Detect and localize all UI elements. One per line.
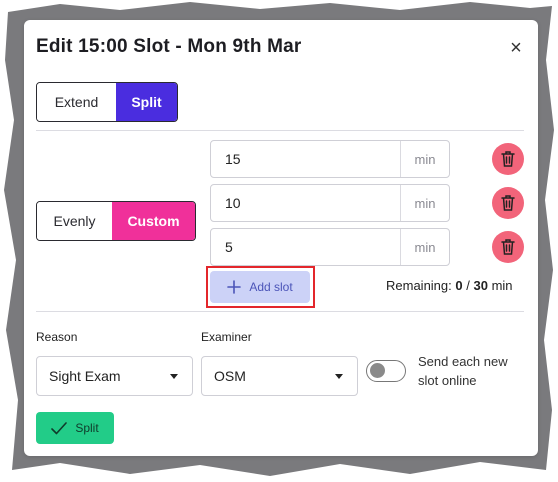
caret-down-icon — [170, 374, 178, 379]
slot-value[interactable]: 15 — [211, 141, 400, 177]
remaining-total: 30 — [473, 278, 488, 293]
slot-duration-field[interactable]: 5 min — [210, 228, 450, 266]
remaining-label: Remaining: — [386, 278, 452, 293]
add-slot-button[interactable]: Add slot — [210, 271, 310, 303]
trash-icon — [501, 239, 515, 255]
remaining-used: 0 — [455, 278, 463, 293]
delete-slot-button[interactable] — [492, 231, 524, 263]
reason-value: Sight Exam — [49, 368, 121, 384]
toggle-knob — [370, 363, 385, 378]
slot-unit: min — [400, 185, 449, 221]
edit-slot-dialog: Edit 15:00 Slot - Mon 9th Mar × Extend S… — [24, 20, 538, 456]
close-icon[interactable]: × — [506, 38, 526, 58]
split-submit-label: Split — [75, 421, 99, 435]
slot-unit: min — [400, 229, 449, 265]
delete-slot-button[interactable] — [492, 187, 524, 219]
remaining-time: Remaining: 0 / 30 min — [386, 278, 513, 293]
extend-option[interactable]: Extend — [37, 83, 116, 121]
slot-duration-field[interactable]: 10 min — [210, 184, 450, 222]
remaining-unit: min — [491, 278, 513, 293]
send-online-label: Send each new slot online — [418, 354, 508, 388]
split-option[interactable]: Split — [116, 83, 177, 121]
trash-icon — [501, 195, 515, 211]
delete-slot-button[interactable] — [492, 143, 524, 175]
split-submit-button[interactable]: Split — [36, 412, 114, 444]
custom-option[interactable]: Custom — [112, 202, 195, 240]
trash-icon — [501, 151, 515, 167]
divider — [36, 311, 524, 312]
caret-down-icon — [335, 374, 343, 379]
reason-label: Reason — [36, 330, 78, 344]
slot-value[interactable]: 5 — [211, 229, 400, 265]
dialog-title: Edit 15:00 Slot - Mon 9th Mar — [36, 36, 302, 57]
examiner-label: Examiner — [201, 330, 252, 344]
examiner-value: OSM — [214, 368, 246, 384]
mode-toggle: Extend Split — [36, 82, 178, 122]
divider — [36, 130, 524, 131]
checkmark-icon — [51, 421, 68, 434]
add-slot-label: Add slot — [249, 280, 293, 294]
remaining-separator: / — [466, 278, 470, 293]
plus-icon — [227, 280, 242, 294]
split-type-toggle: Evenly Custom — [36, 201, 196, 241]
slot-duration-field[interactable]: 15 min — [210, 140, 450, 178]
slot-value[interactable]: 10 — [211, 185, 400, 221]
send-online-toggle[interactable] — [366, 360, 406, 382]
examiner-select[interactable]: OSM — [201, 356, 358, 396]
evenly-option[interactable]: Evenly — [37, 202, 112, 240]
slot-unit: min — [400, 141, 449, 177]
reason-select[interactable]: Sight Exam — [36, 356, 193, 396]
